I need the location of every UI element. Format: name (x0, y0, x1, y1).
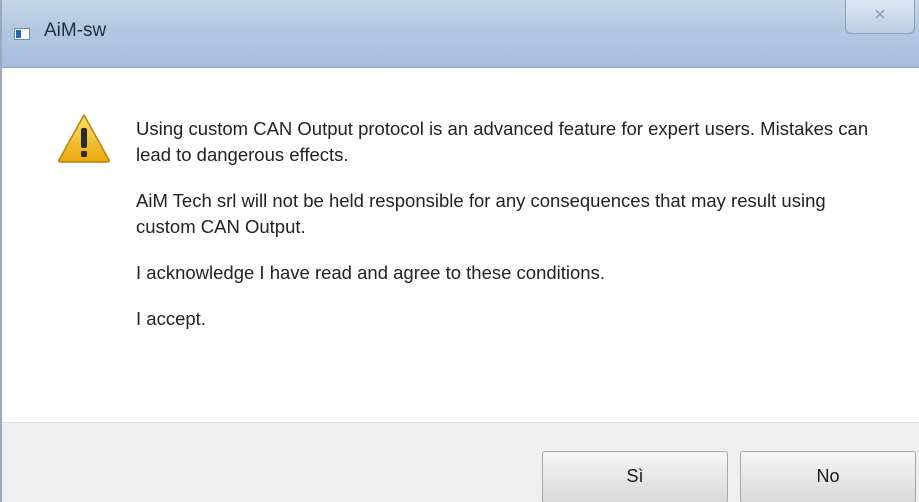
warning-icon (58, 114, 110, 163)
message-paragraph-acknowledge: I acknowledge I have read and agree to t… (136, 262, 605, 283)
window-title: AiM-sw (44, 20, 107, 41)
button-bar: Sì No (2, 422, 919, 502)
app-window-icon (14, 28, 30, 40)
title-bar[interactable]: AiM-sw ✕ (2, 0, 919, 68)
dialog-content: Using custom CAN Output protocol is an a… (2, 68, 919, 422)
message-text: Using custom CAN Output protocol is an a… (136, 116, 876, 352)
message-paragraph-accept: I accept. (136, 308, 206, 329)
message-paragraph-warning: Using custom CAN Output protocol is an a… (136, 118, 869, 165)
yes-button[interactable]: Sì (542, 451, 728, 502)
close-icon: ✕ (873, 5, 887, 24)
close-button[interactable]: ✕ (845, 0, 915, 34)
no-button[interactable]: No (740, 451, 916, 502)
message-paragraph-liability: AiM Tech srl will not be held responsibl… (136, 190, 826, 237)
message-dialog: AiM-sw ✕ Using custom CAN Output protoco… (0, 0, 919, 502)
